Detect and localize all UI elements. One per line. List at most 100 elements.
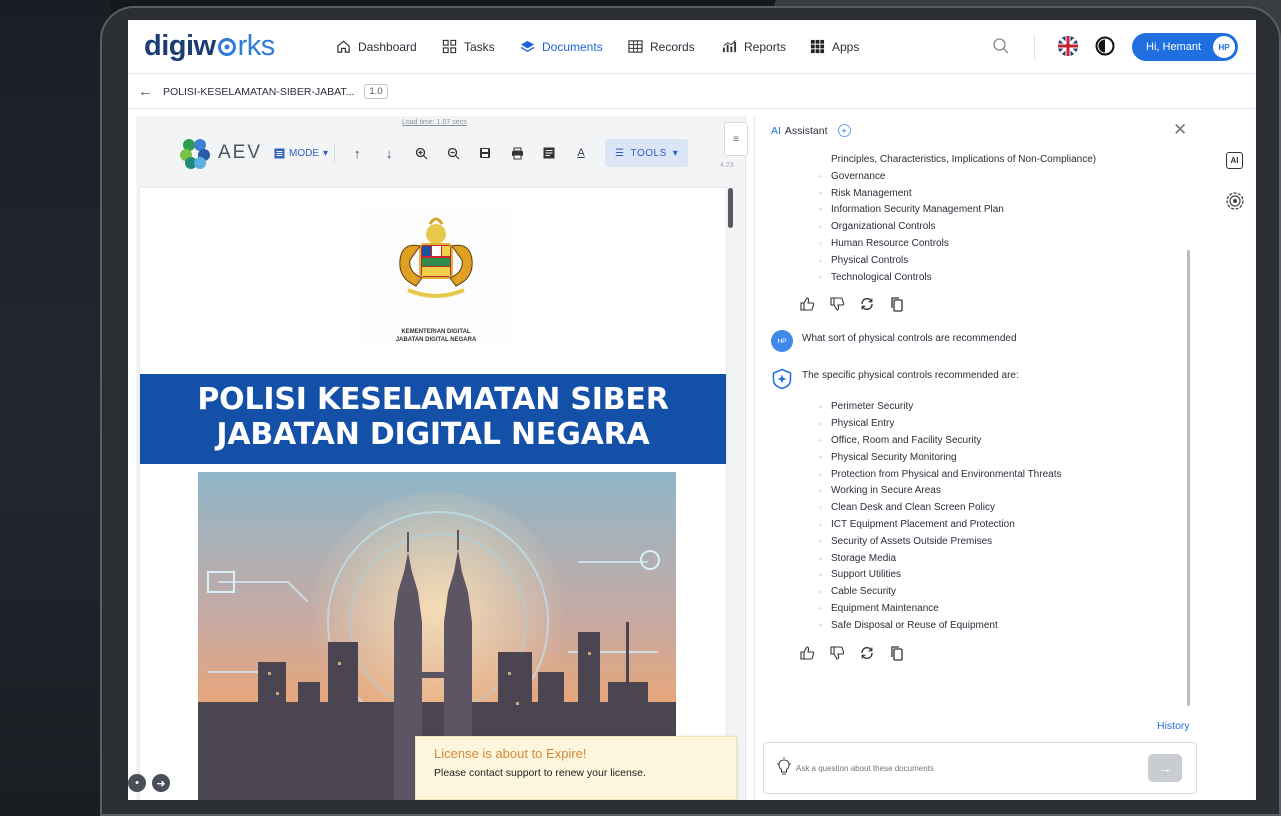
previous-answer-continuation: Principles, Characteristics, Implication… [831,154,1097,165]
apps-grid-icon [810,39,825,54]
copy-icon[interactable] [889,645,905,661]
ai-assistant-header: AI Assistant + [771,124,851,137]
user-message: HP What sort of physical controls are re… [755,330,1185,353]
thumbs-up-icon[interactable] [799,645,815,661]
nav-reports-label: Reports [744,39,787,54]
list-item: Storage Media [755,551,1185,568]
list-item: Safe Disposal or Reuse of Equipment [755,618,1185,635]
list-item: Security of Assets Outside Premises [755,534,1185,551]
nav-tasks-label: Tasks [464,39,495,54]
menu-lines-icon: ☰ [615,147,625,159]
load-time: Load time: 1.07 secs [402,119,467,126]
nav-records[interactable]: Records [628,39,695,54]
thumbs-down-icon[interactable] [829,296,845,312]
side-number: 4.23 [720,162,734,169]
document-banner: POLISI KESELAMATAN SIBER JABATAN DIGITAL… [140,374,726,464]
app-logo[interactable]: digiw rks [144,30,275,63]
license-message: Please contact support to renew your lic… [434,767,646,779]
zoom-out-icon [447,147,459,159]
user-menu-button[interactable]: Hi, Hemant HP [1132,33,1238,61]
chart-icon [722,40,737,53]
ai-rail-icon[interactable]: AI [1226,152,1243,169]
list-item: Equipment Maintenance [755,601,1185,618]
feedback-row [755,296,1185,313]
chat-history: Principles, Characteristics, Implication… [755,152,1185,746]
next-page-button[interactable]: ↓ [373,138,405,168]
mode-label: MODE [289,147,320,159]
thumbs-down-icon[interactable] [829,645,845,661]
close-icon[interactable]: ✕ [1173,120,1187,140]
list-item: Clean Desk and Clean Screen Policy [755,500,1185,517]
app-screen: digiw rks Dashboard Tasks Documents Recor… [128,20,1256,800]
regenerate-icon[interactable] [859,296,875,312]
next-arrow-icon[interactable]: ➜ [152,774,170,792]
nav-dashboard[interactable]: Dashboard [336,39,417,54]
document-viewer: Load time: 1.07 secs AEV MODE ▾ ↑ ↓ A ☰ … [136,116,748,800]
ai-assistant-panel: AI Assistant + ✕ Principles, Characteris… [754,116,1206,800]
history-link[interactable]: History [1157,720,1190,732]
regenerate-icon[interactable] [859,645,875,661]
mode-dropdown[interactable]: MODE ▾ [274,138,328,168]
language-flag-icon[interactable] [1058,36,1078,56]
document-title: POLISI-KESELAMATAN-SIBER-JABAT... [163,85,355,98]
assistant-message: The specific physical controls recommend… [755,368,1185,390]
list-item: Risk Management [755,186,1185,203]
tools-caret-icon: ▾ [672,147,679,159]
chat-scrollbar[interactable] [1187,250,1190,706]
toolbar-divider [334,143,336,163]
license-warning-toast: License is about to Expire! Please conta… [415,736,737,800]
print-button[interactable] [501,138,533,168]
coat-of-arms-icon [399,217,473,298]
viewer-brand: AEV [218,142,263,163]
back-arrow-icon[interactable]: ← [138,83,153,100]
home-icon [337,40,350,53]
document-page: KEMENTERIAN DIGITAL JABATAN DIGITAL NEGA… [140,188,726,800]
nav-apps[interactable]: Apps [810,39,859,54]
banner-line-2: JABATAN DIGITAL NEGARA [216,417,650,452]
list-item: Office, Room and Facility Security [755,433,1185,450]
banner-line-1: POLISI KESELAMATAN SIBER [197,382,669,417]
logo-o-icon [217,38,236,56]
save-button[interactable] [469,138,501,168]
nav-dashboard-label: Dashboard [358,39,417,54]
zoom-out-button[interactable] [437,138,469,168]
user-avatar: HP [1213,36,1235,58]
prev-page-button[interactable]: ↑ [341,138,373,168]
zoom-in-icon [415,147,427,159]
nav-documents[interactable]: Documents [520,39,603,54]
chat-input[interactable] [796,759,1126,777]
tools-dropdown[interactable]: ☰ TOOLS ▾ [605,139,689,167]
list-item: Governance [755,169,1185,186]
send-button[interactable]: → [1148,754,1182,782]
text-underline-icon: A [577,147,585,159]
viewer-toolbar: AEV MODE ▾ ↑ ↓ A ☰ TOOLS ▾ [178,136,689,170]
list-item: Working in Secure Areas [755,483,1185,500]
logo-part-2: rks [237,30,276,62]
ai-title-prefix: AI [771,124,781,137]
search-icon[interactable] [992,37,1010,55]
thumbs-up-icon[interactable] [799,296,815,312]
records-icon [628,40,643,53]
print-icon [511,147,523,159]
nav-documents-label: Documents [542,39,603,54]
settings-target-icon[interactable] [1225,191,1245,211]
zoom-in-button[interactable] [405,138,437,168]
mode-caret-icon: ▾ [323,147,329,159]
chat-composer: → [763,742,1197,794]
comment-button[interactable] [533,138,565,168]
nav-tasks[interactable]: Tasks [442,39,495,54]
nav-divider [1034,34,1035,60]
list-item: Perimeter Security [755,399,1185,416]
nav-reports[interactable]: Reports [722,39,786,54]
panel-toggle-handle[interactable]: ≡ [724,122,748,156]
copy-icon[interactable] [889,296,905,313]
viewer-scrollbar[interactable] [728,188,733,228]
theme-toggle-icon[interactable] [1095,36,1115,56]
send-arrow-icon: → [1158,760,1172,776]
text-annotation-button[interactable]: A [565,138,597,168]
emblem-area [358,206,514,346]
new-chat-plus-icon[interactable]: + [837,124,851,137]
page-nav-buttons: • ➜ [128,774,170,792]
answer-intro: The specific physical controls recommend… [802,370,1019,382]
prev-arrow-icon[interactable]: • [128,774,146,792]
